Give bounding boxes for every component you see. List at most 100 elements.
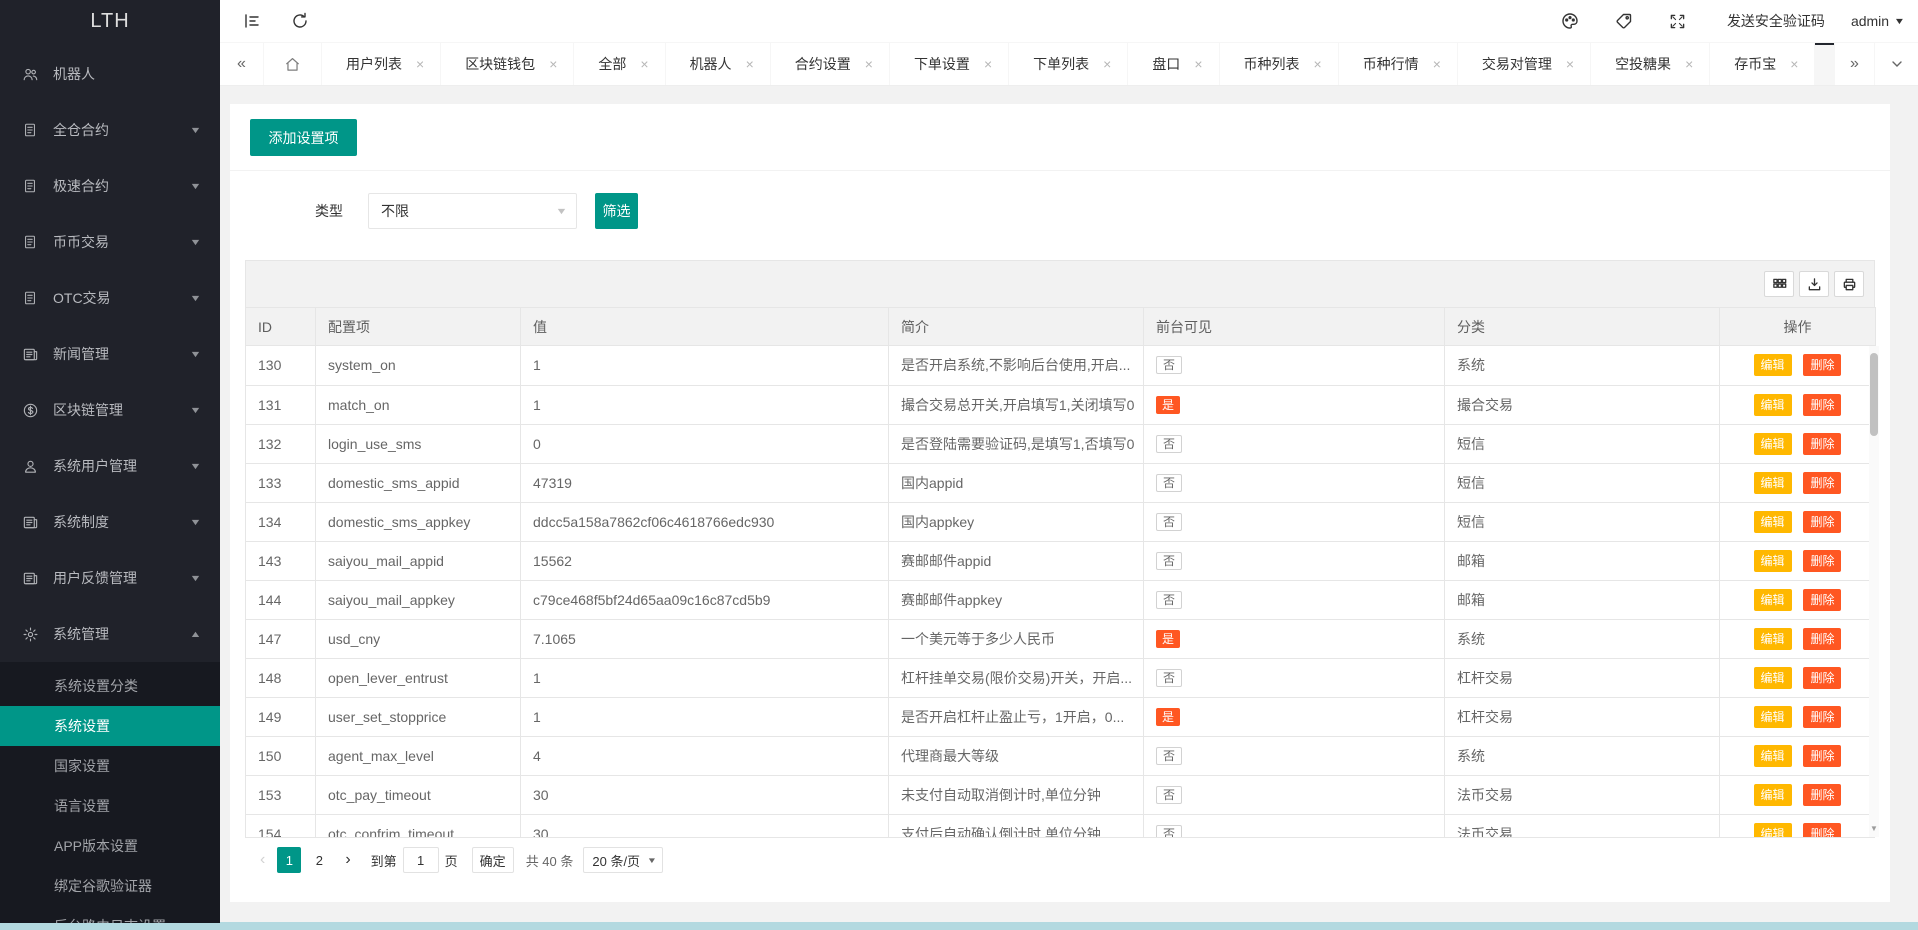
tab[interactable]: 合约设置 × <box>771 43 890 85</box>
tab[interactable]: 下单列表 × <box>1009 43 1128 85</box>
close-icon[interactable]: × <box>1433 56 1441 72</box>
edit-button[interactable]: 编辑 <box>1754 511 1792 533</box>
sidebar-subitem[interactable]: 国家设置 <box>0 746 220 786</box>
tab[interactable]: 全部 × <box>574 43 665 85</box>
close-icon[interactable]: × <box>1103 56 1111 72</box>
tabs-scroll-left-button[interactable]: « <box>220 43 264 85</box>
delete-button[interactable]: 删除 <box>1803 589 1841 611</box>
edit-button[interactable]: 编辑 <box>1754 550 1792 572</box>
sidebar-item[interactable]: 系统管理 ▲ <box>0 606 220 662</box>
sidebar-item[interactable]: 系统制度 ▼ <box>0 494 220 550</box>
close-icon[interactable]: × <box>1194 56 1202 72</box>
delete-button[interactable]: 删除 <box>1803 433 1841 455</box>
tab[interactable]: 交易对管理 × <box>1458 43 1591 85</box>
delete-button[interactable]: 删除 <box>1803 706 1841 728</box>
close-icon[interactable]: × <box>746 56 754 72</box>
sidebar-subitem[interactable]: 系统设置分类 <box>0 666 220 706</box>
filter-submit-button[interactable]: 筛选 <box>595 193 638 229</box>
page-number[interactable]: 1 <box>277 847 301 873</box>
tab[interactable]: 机器人 × <box>666 43 771 85</box>
tabs-dropdown-button[interactable] <box>1874 43 1918 85</box>
sidebar-item[interactable]: 系统用户管理 ▼ <box>0 438 220 494</box>
tab[interactable]: 系统设置 × <box>1815 43 1834 85</box>
close-icon[interactable]: × <box>549 56 557 72</box>
edit-button[interactable]: 编辑 <box>1754 472 1792 494</box>
delete-button[interactable]: 删除 <box>1803 784 1841 806</box>
scrollbar-down-arrow[interactable]: ▼ <box>1869 824 1879 833</box>
delete-button[interactable]: 删除 <box>1803 354 1841 376</box>
delete-button[interactable]: 删除 <box>1803 550 1841 572</box>
tab[interactable]: 区块链钱包 × <box>441 43 574 85</box>
delete-button[interactable]: 删除 <box>1803 745 1841 767</box>
page-size-select[interactable]: 20 条/页 ▼ <box>583 847 663 873</box>
columns-filter-button[interactable] <box>1764 271 1794 297</box>
delete-button[interactable]: 删除 <box>1803 472 1841 494</box>
close-icon[interactable]: × <box>865 56 873 72</box>
delete-button[interactable]: 删除 <box>1803 394 1841 416</box>
delete-button[interactable]: 删除 <box>1803 511 1841 533</box>
fullscreen-icon[interactable] <box>1658 0 1698 42</box>
close-icon[interactable]: × <box>1314 56 1322 72</box>
close-icon[interactable]: × <box>640 56 648 72</box>
type-select[interactable]: 不限 ▼ <box>368 193 577 229</box>
delete-button[interactable]: 删除 <box>1803 667 1841 689</box>
edit-button[interactable]: 编辑 <box>1754 706 1792 728</box>
tab[interactable]: 币种行情 × <box>1339 43 1458 85</box>
edit-button[interactable]: 编辑 <box>1754 745 1792 767</box>
user-menu[interactable]: admin ▼ <box>1851 13 1904 29</box>
close-icon[interactable]: × <box>1685 56 1693 72</box>
send-security-code-button[interactable]: 发送安全验证码 <box>1727 11 1825 31</box>
tab[interactable]: 用户列表 × <box>322 43 441 85</box>
collapse-sidebar-icon[interactable] <box>232 0 272 42</box>
print-button[interactable] <box>1834 271 1864 297</box>
home-tab[interactable] <box>264 43 322 85</box>
tab-label: 盘口 <box>1152 54 1180 74</box>
sidebar-subitem[interactable]: 后台路由日志设置 <box>0 906 220 923</box>
refresh-icon[interactable] <box>280 0 320 42</box>
close-icon[interactable]: × <box>416 56 424 72</box>
tab[interactable]: 空投糖果 × <box>1591 43 1710 85</box>
edit-button[interactable]: 编辑 <box>1754 784 1792 806</box>
sidebar-item[interactable]: 全仓合约 ▼ <box>0 102 220 158</box>
add-setting-button[interactable]: 添加设置项 <box>250 119 357 156</box>
sidebar-item[interactable]: 新闻管理 ▼ <box>0 326 220 382</box>
sidebar-subitem[interactable]: 语言设置 <box>0 786 220 826</box>
export-button[interactable] <box>1799 271 1829 297</box>
edit-button[interactable]: 编辑 <box>1754 823 1792 839</box>
tab[interactable]: 下单设置 × <box>890 43 1009 85</box>
goto-page-input[interactable] <box>403 847 439 873</box>
close-icon[interactable]: × <box>984 56 992 72</box>
cell-category: 法币交易 <box>1445 814 1720 838</box>
edit-button[interactable]: 编辑 <box>1754 628 1792 650</box>
edit-button[interactable]: 编辑 <box>1754 394 1792 416</box>
page-number[interactable]: 2 <box>307 847 331 873</box>
page-prev-button[interactable]: ‹ <box>260 851 265 869</box>
sidebar-item[interactable]: 区块链管理 ▼ <box>0 382 220 438</box>
edit-button[interactable]: 编辑 <box>1754 354 1792 376</box>
tag-icon[interactable] <box>1604 0 1644 42</box>
close-icon[interactable]: × <box>1566 56 1574 72</box>
tabs-scroll-right-button[interactable]: » <box>1834 43 1874 85</box>
goto-confirm-button[interactable]: 确定 <box>472 847 514 873</box>
sidebar-item[interactable]: 用户反馈管理 ▼ <box>0 550 220 606</box>
tab[interactable]: 盘口 × <box>1128 43 1219 85</box>
edit-button[interactable]: 编辑 <box>1754 667 1792 689</box>
scrollbar-thumb[interactable] <box>1870 353 1878 436</box>
sidebar-subitem[interactable]: 系统设置 <box>0 706 220 746</box>
sidebar-item[interactable]: 机器人 <box>0 46 220 102</box>
table-scrollbar[interactable]: ▼ <box>1869 346 1879 837</box>
edit-button[interactable]: 编辑 <box>1754 433 1792 455</box>
sidebar-item[interactable]: 币币交易 ▼ <box>0 214 220 270</box>
sidebar-subitem[interactable]: APP版本设置 <box>0 826 220 866</box>
edit-button[interactable]: 编辑 <box>1754 589 1792 611</box>
tab[interactable]: 币种列表 × <box>1220 43 1339 85</box>
delete-button[interactable]: 删除 <box>1803 823 1841 839</box>
sidebar-item[interactable]: OTC交易 ▼ <box>0 270 220 326</box>
tab[interactable]: 存币宝 × <box>1710 43 1815 85</box>
page-next-button[interactable]: › <box>345 851 350 869</box>
sidebar-subitem[interactable]: 绑定谷歌验证器 <box>0 866 220 906</box>
delete-button[interactable]: 删除 <box>1803 628 1841 650</box>
sidebar-item[interactable]: 极速合约 ▼ <box>0 158 220 214</box>
close-icon[interactable]: × <box>1790 56 1798 72</box>
palette-icon[interactable] <box>1550 0 1590 42</box>
